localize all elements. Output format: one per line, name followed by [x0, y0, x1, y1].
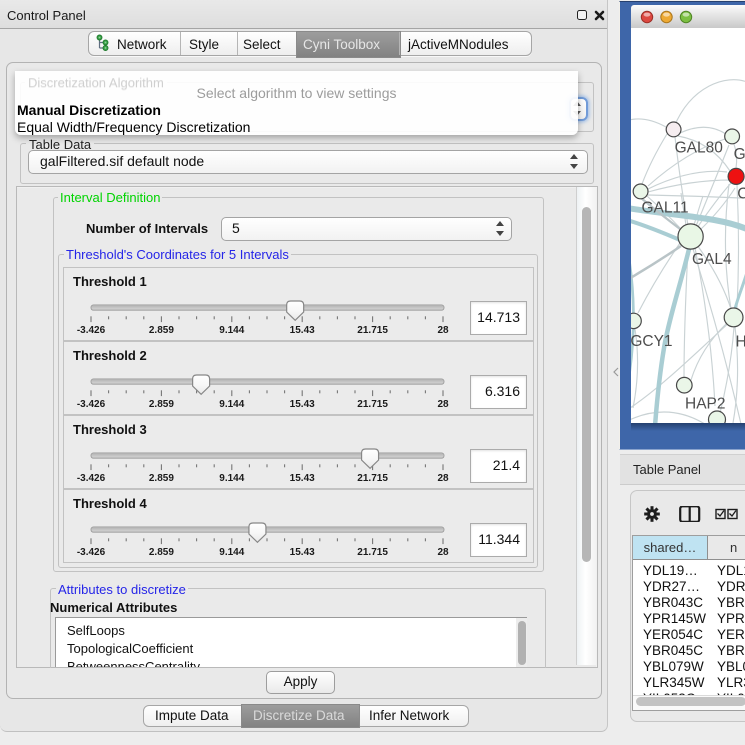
- svg-text:15.43: 15.43: [290, 473, 315, 484]
- svg-text:28: 28: [437, 473, 449, 484]
- svg-text:9.144: 9.144: [219, 547, 244, 558]
- svg-text:2.859: 2.859: [149, 325, 174, 336]
- svg-text:GCY1: GCY1: [631, 333, 673, 350]
- svg-text:GAL7: GAL7: [734, 146, 745, 163]
- svg-text:2.859: 2.859: [149, 399, 174, 410]
- svg-text:15.43: 15.43: [290, 547, 315, 558]
- svg-text:-3.426: -3.426: [77, 547, 106, 558]
- svg-text:-3.426: -3.426: [77, 325, 106, 336]
- svg-text:2.859: 2.859: [149, 473, 174, 484]
- svg-text:28: 28: [437, 399, 449, 410]
- svg-text:28: 28: [437, 325, 449, 336]
- svg-text:2.859: 2.859: [149, 547, 174, 558]
- svg-text:9.144: 9.144: [219, 399, 244, 410]
- svg-text:GAL80: GAL80: [675, 140, 724, 157]
- svg-text:-3.426: -3.426: [77, 473, 106, 484]
- svg-text:GAL11: GAL11: [642, 199, 689, 216]
- svg-text:21.715: 21.715: [357, 325, 388, 336]
- svg-text:15.43: 15.43: [290, 399, 315, 410]
- svg-text:9.144: 9.144: [219, 325, 244, 336]
- svg-text:15.43: 15.43: [290, 325, 315, 336]
- svg-text:21.715: 21.715: [357, 473, 388, 484]
- svg-text:28: 28: [437, 547, 449, 558]
- svg-text:21.715: 21.715: [357, 547, 388, 558]
- svg-text:-3.426: -3.426: [77, 399, 106, 410]
- svg-text:GAL4: GAL4: [692, 251, 732, 268]
- svg-text:CY: CY: [737, 186, 745, 203]
- svg-text:21.715: 21.715: [357, 399, 388, 410]
- svg-text:HI: HI: [736, 333, 745, 350]
- svg-text:9.144: 9.144: [219, 473, 244, 484]
- svg-text:HAP2: HAP2: [685, 396, 726, 413]
